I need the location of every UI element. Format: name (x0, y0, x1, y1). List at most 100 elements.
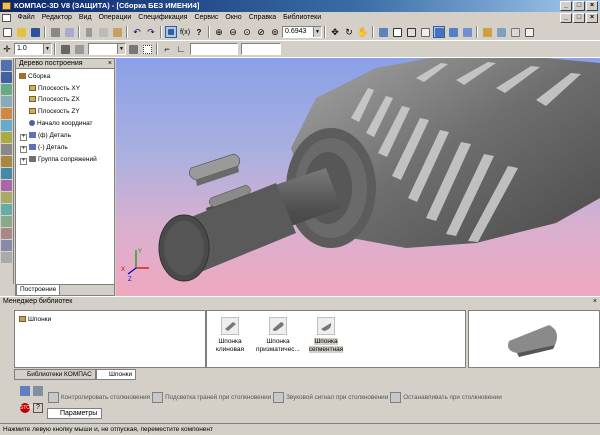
specification-icon[interactable] (1, 156, 12, 167)
option-stop-on-collision[interactable]: Останавливать при столкновении (390, 391, 502, 403)
auxiliary-geometry-icon[interactable] (1, 120, 12, 131)
menu-help[interactable]: Справка (245, 12, 279, 24)
library-node-keys[interactable]: Шпонки (19, 316, 51, 324)
menu-service[interactable]: Сервис (191, 12, 222, 24)
spatial-curves-icon[interactable] (1, 84, 12, 95)
option-highlight-faces[interactable]: Подсветка граней при столкновении (152, 391, 271, 403)
parametrization-icon[interactable] (1, 228, 12, 239)
layer-icon[interactable] (127, 43, 139, 55)
option-sound-signal[interactable]: Звуковой сигнал при столкновении (273, 391, 388, 403)
measure-icon[interactable] (1, 132, 12, 143)
ortho-icon[interactable]: ∟ (175, 43, 187, 55)
mate-icon[interactable] (1, 72, 12, 83)
pan-icon[interactable]: ✋ (357, 26, 369, 38)
halftone-outline-icon[interactable] (447, 26, 459, 38)
tree-node-assembly[interactable]: Сборка (19, 73, 50, 81)
designations-icon[interactable] (1, 192, 12, 203)
expand-icon[interactable]: + (20, 146, 27, 153)
chevron-down-icon[interactable]: ▼ (43, 44, 51, 54)
option-control-collisions[interactable]: Контролировать столкновения (48, 391, 150, 403)
tab-build[interactable]: Построение (16, 285, 61, 296)
menu-libraries[interactable]: Библиотеки (280, 12, 325, 24)
halftone-icon[interactable] (433, 26, 445, 38)
hidden-lines-icon[interactable] (405, 26, 417, 38)
redo-icon[interactable]: ↷ (145, 26, 157, 38)
stop-icon[interactable]: STOP (20, 403, 34, 413)
zoom-combo[interactable]: 0.6943 ▼ (282, 26, 322, 38)
surfaces-icon[interactable] (1, 96, 12, 107)
doc-close-button[interactable]: × (586, 13, 598, 23)
tree-node-plane-xy[interactable]: Плоскость XY (29, 85, 80, 93)
document-icon[interactable] (2, 14, 11, 22)
tab-kompas-libraries[interactable]: Библиотеки КОМПАС (14, 369, 96, 380)
expand-icon[interactable]: + (20, 158, 27, 165)
cut-icon[interactable] (83, 26, 95, 38)
hint-icon[interactable] (509, 26, 521, 38)
grid-icon[interactable] (141, 43, 153, 55)
stop-collision-icon[interactable] (390, 391, 402, 403)
component-icon[interactable] (20, 386, 30, 396)
doc-restore-button[interactable]: □ (573, 13, 585, 23)
rotate-icon[interactable]: ↻ (343, 26, 355, 38)
coord-y-field[interactable] (241, 43, 281, 55)
menu-operations[interactable]: Операции (95, 12, 135, 24)
library-item-wedge-key[interactable]: Шпонка клиновая (207, 317, 253, 354)
hidden-thin-icon[interactable] (419, 26, 431, 38)
menu-file[interactable]: Файл (14, 12, 38, 24)
tree-node-part-free[interactable]: + (-) Деталь (20, 144, 68, 153)
paste-icon[interactable] (111, 26, 123, 38)
zoom-all-icon[interactable]: ⊘ (255, 26, 267, 38)
expand-icon[interactable]: + (20, 134, 27, 141)
app-icon[interactable] (2, 2, 11, 10)
line-width-combo[interactable]: 1.0 ▼ (14, 43, 52, 55)
library-item-segment-key[interactable]: Шпонка сегментная (303, 317, 349, 354)
help-icon[interactable]: ? (33, 403, 43, 413)
key-part[interactable] (189, 153, 241, 186)
collision-icon[interactable] (48, 391, 59, 403)
menu-view[interactable]: Вид (75, 12, 95, 24)
tree-node-part-fixed[interactable]: + (ф) Деталь (20, 132, 71, 141)
sound-icon[interactable] (273, 391, 285, 403)
macro-icon[interactable] (1, 216, 12, 227)
move-icon[interactable]: ✥ (329, 26, 341, 38)
minimize-button[interactable]: _ (560, 1, 572, 11)
tree-node-origin[interactable]: Начало координат (29, 120, 93, 128)
tree-node-plane-zx[interactable]: Плоскость ZX (29, 96, 80, 104)
selection-icon[interactable] (1, 144, 12, 155)
color-icon[interactable] (73, 43, 85, 55)
undo-icon[interactable]: ↶ (131, 26, 143, 38)
shading-icon[interactable] (59, 43, 71, 55)
snap-icon[interactable]: ⌐ (161, 43, 173, 55)
close-button[interactable]: × (586, 1, 598, 11)
function-icon[interactable]: f(x) (179, 26, 191, 38)
sheet-metal-icon[interactable] (1, 204, 12, 215)
zoom-in-icon[interactable]: ⊕ (213, 26, 225, 38)
tab-parameters[interactable]: Параметры (47, 408, 103, 419)
zoom-out-icon[interactable]: ⊖ (227, 26, 239, 38)
edit-detail-icon[interactable] (1, 60, 12, 71)
tools-icon[interactable] (1, 240, 12, 251)
help-pointer-icon[interactable]: ? (193, 26, 205, 38)
save-icon[interactable] (29, 26, 41, 38)
preview-icon[interactable] (63, 26, 75, 38)
properties-icon[interactable] (165, 26, 177, 38)
copy-icon[interactable] (97, 26, 109, 38)
axis-icon[interactable]: ✛ (1, 43, 13, 55)
arrays-icon[interactable] (1, 108, 12, 119)
coord-x-field[interactable] (190, 43, 238, 55)
chevron-down-icon[interactable]: ▼ (313, 27, 321, 37)
menu-edit[interactable]: Редактор (38, 12, 75, 24)
tab-keys[interactable]: Шпонки (96, 369, 137, 380)
close-icon[interactable]: × (108, 59, 112, 69)
maximize-button[interactable]: □ (573, 1, 585, 11)
perspective-icon[interactable] (461, 26, 473, 38)
print-icon[interactable] (49, 26, 61, 38)
extra-icon[interactable] (1, 252, 12, 263)
elements-icon[interactable] (1, 180, 12, 191)
tree-node-plane-zy[interactable]: Плоскость ZY (29, 108, 80, 116)
layer-combo[interactable]: ▼ (88, 43, 126, 55)
zoom-window-icon[interactable]: ⊙ (241, 26, 253, 38)
panel-icon[interactable] (523, 26, 535, 38)
model-viewport[interactable]: Y X Z (116, 58, 600, 296)
orientation-icon[interactable] (377, 26, 389, 38)
